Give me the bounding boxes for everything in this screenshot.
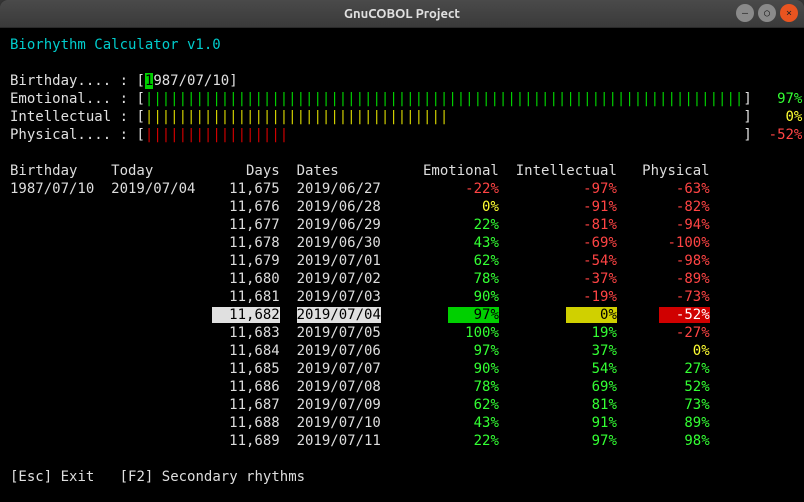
minimize-button[interactable]: – (736, 4, 754, 22)
window-controls: – ○ × (736, 4, 798, 22)
footer-esc-key[interactable]: [Esc] (10, 469, 52, 485)
table-row: 11,683 2019/07/05 100% 19% -27% (10, 325, 710, 341)
table-row: 11,685 2019/07/07 90% 54% 27% (10, 361, 710, 377)
footer-f2-key[interactable]: [F2] (120, 469, 154, 485)
table-row: 11,682 2019/07/04 97% 0% -52% (10, 307, 710, 323)
emotional-pct: 97% (777, 91, 802, 107)
table-row: 11,688 2019/07/10 43% 91% 89% (10, 415, 710, 431)
emotional-label: Emotional... : (10, 91, 128, 107)
intellectual-pct: 0% (786, 109, 803, 125)
table-row: 1987/07/10 2019/07/04 11,675 2019/06/27 … (10, 181, 710, 197)
app-window: GnuCOBOL Project – ○ × Biorhythm Calcula… (0, 0, 804, 502)
table-row: 11,687 2019/07/09 62% 81% 73% (10, 397, 710, 413)
close-button[interactable]: × (780, 4, 798, 22)
physical-label: Physical.... : (10, 127, 128, 143)
table-header: Birthday Today Days Dates Emotional Inte… (10, 163, 710, 179)
window-title: GnuCOBOL Project (0, 7, 804, 21)
maximize-button[interactable]: ○ (758, 4, 776, 22)
table-row: 11,677 2019/06/29 22% -81% -94% (10, 217, 710, 233)
table-row: 11,686 2019/07/08 78% 69% 52% (10, 379, 710, 395)
app-title: Biorhythm Calculator v1.0 (10, 37, 221, 53)
footer-esc-text: Exit (61, 469, 95, 485)
table-row: 11,681 2019/07/03 90% -19% -73% (10, 289, 710, 305)
physical-pct: -52% (769, 127, 803, 143)
birthday-label: Birthday.... : (10, 73, 128, 89)
table-row: 11,678 2019/06/30 43% -69% -100% (10, 235, 710, 251)
intellectual-label: Intellectual : (10, 109, 128, 125)
table-body: 1987/07/10 2019/07/04 11,675 2019/06/27 … (10, 181, 710, 449)
table-row: 11,684 2019/07/06 97% 37% 0% (10, 343, 710, 359)
birthday-input[interactable]: 987/07/10 (153, 73, 229, 89)
emotional-bar: ||||||||||||||||||||||||||||||||||||||||… (145, 91, 743, 107)
terminal[interactable]: Biorhythm Calculator v1.0 Birthday.... :… (0, 28, 804, 502)
table-row: 11,679 2019/07/01 62% -54% -98% (10, 253, 710, 269)
intellectual-bar: |||||||||||||||||||||||||||||||||||| (145, 109, 448, 125)
titlebar[interactable]: GnuCOBOL Project – ○ × (0, 0, 804, 28)
physical-bar: ||||||||||||||||| (145, 127, 288, 143)
footer-f2-text: Secondary rhythms (162, 469, 305, 485)
table-row: 11,689 2019/07/11 22% 97% 98% (10, 433, 710, 449)
table-row: 11,680 2019/07/02 78% -37% -89% (10, 271, 710, 287)
table-row: 11,676 2019/06/28 0% -91% -82% (10, 199, 710, 215)
